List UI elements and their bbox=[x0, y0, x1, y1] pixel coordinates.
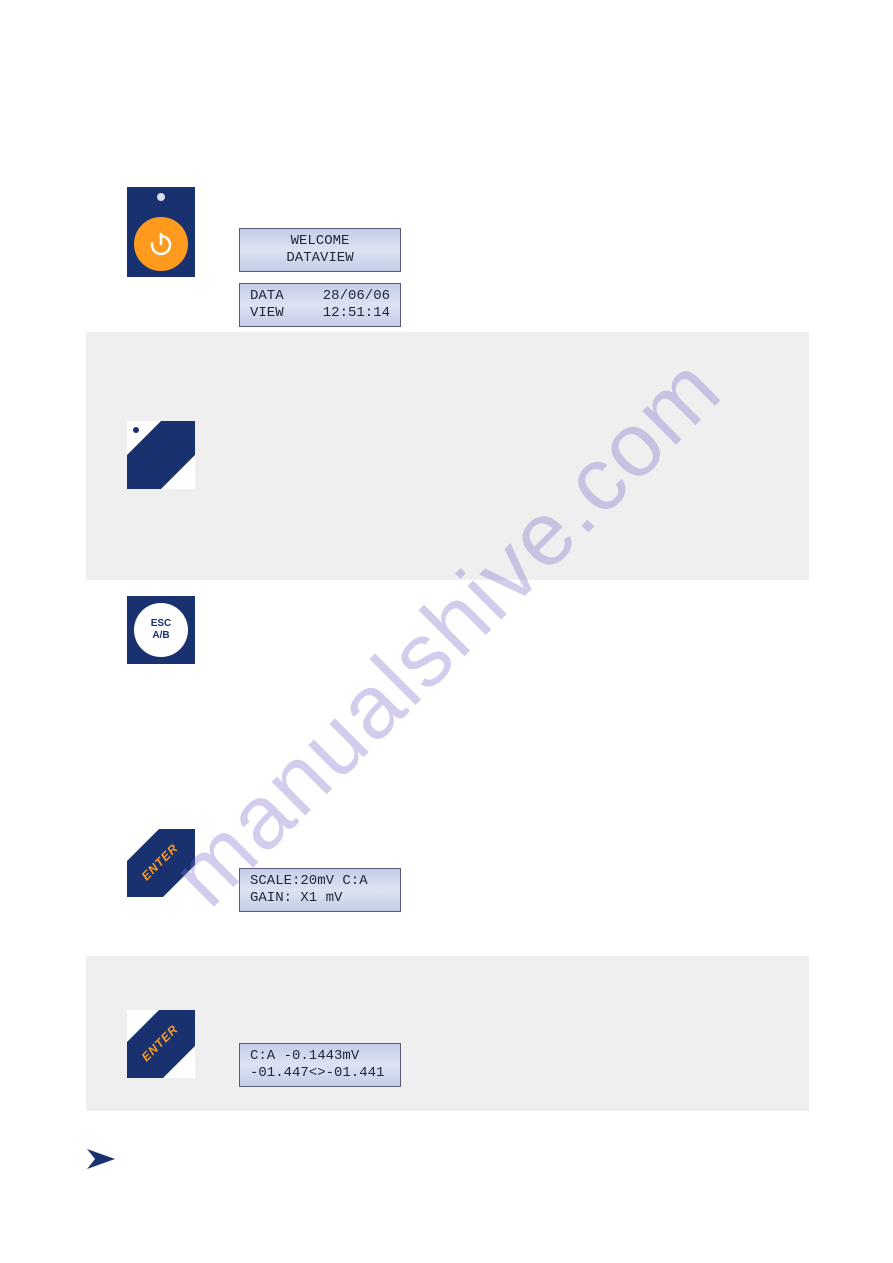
lcd-value: 28/06/06 bbox=[323, 288, 390, 305]
lcd-scale: SCALE:20mV C:A GAIN: X1 mV bbox=[239, 868, 401, 912]
lcd-text: DATAVIEW bbox=[250, 250, 390, 267]
shift-button[interactable]: SHIFT bbox=[127, 421, 195, 489]
esc-ab-button[interactable]: ESC A/B bbox=[127, 596, 195, 664]
lcd-text: -01.447<>-01.441 bbox=[250, 1065, 390, 1082]
lcd-label: DATA bbox=[250, 288, 284, 305]
esc-label-2: A/B bbox=[152, 630, 169, 642]
lcd-text: WELCOME bbox=[250, 233, 390, 250]
lcd-text: C:A -0.1443mV bbox=[250, 1048, 390, 1065]
lcd-label: VIEW bbox=[250, 305, 284, 322]
lcd-text: GAIN: X1 mV bbox=[250, 890, 390, 907]
shift-dot-icon bbox=[133, 427, 139, 433]
lcd-value: 12:51:14 bbox=[323, 305, 390, 322]
enter-triangle-br bbox=[163, 865, 195, 897]
shift-triangle-br bbox=[161, 455, 195, 489]
esc-label-1: ESC bbox=[151, 618, 172, 630]
enter-triangle-br bbox=[163, 1046, 195, 1078]
footer-arrow-icon bbox=[85, 1145, 119, 1178]
power-button[interactable] bbox=[127, 187, 195, 277]
enter-button[interactable]: ENTER bbox=[127, 829, 195, 897]
lcd-welcome: WELCOME DATAVIEW bbox=[239, 228, 401, 272]
esc-circle-icon: ESC A/B bbox=[134, 603, 188, 657]
indicator-dot bbox=[157, 193, 165, 201]
lcd-text: SCALE:20mV C:A bbox=[250, 873, 390, 890]
power-icon bbox=[134, 217, 188, 271]
lcd-datetime: DATA 28/06/06 VIEW 12:51:14 bbox=[239, 283, 401, 327]
enter-button[interactable]: ENTER bbox=[127, 1010, 195, 1078]
lcd-reading: C:A -0.1443mV -01.447<>-01.441 bbox=[239, 1043, 401, 1087]
